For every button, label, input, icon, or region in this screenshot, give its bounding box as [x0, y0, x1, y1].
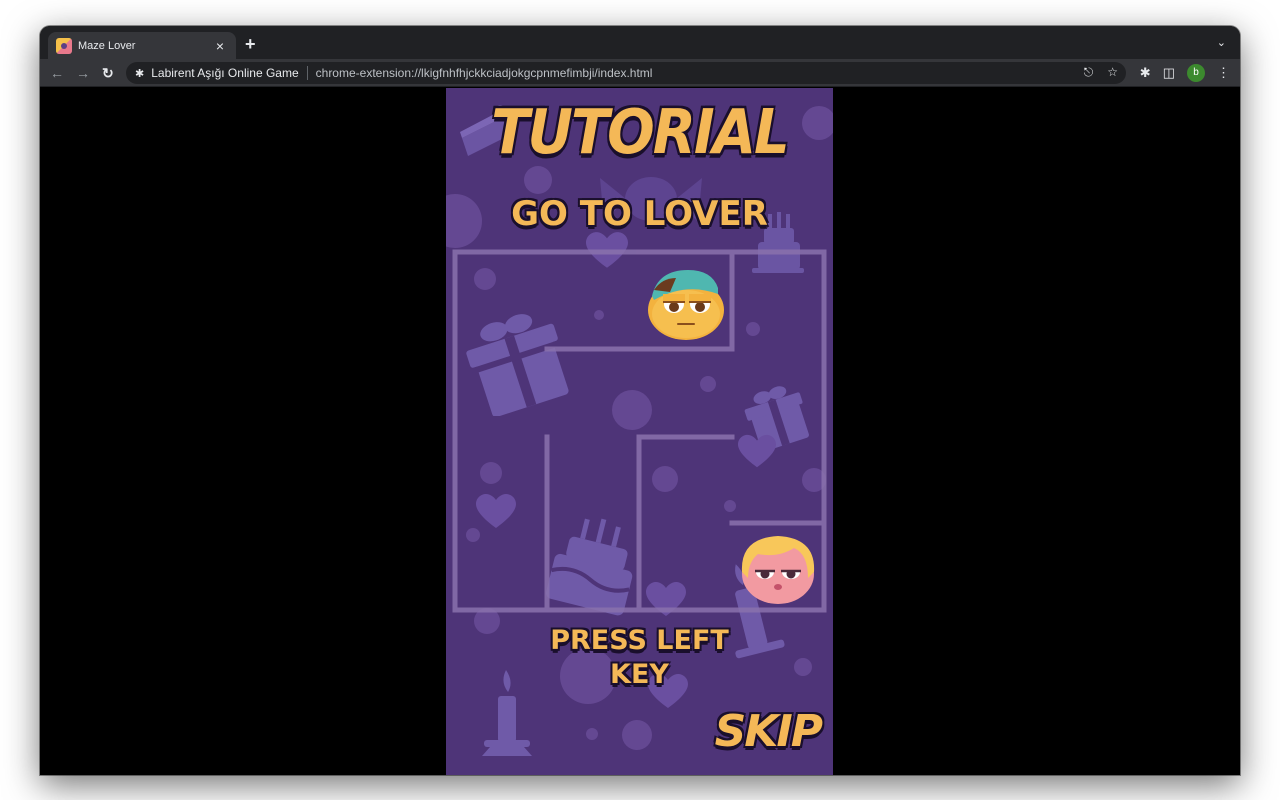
decor-bubble	[586, 728, 598, 740]
decor-bubble	[594, 310, 604, 320]
decor-bubble	[524, 166, 552, 194]
girl-character	[741, 536, 815, 604]
decor-bubble	[746, 322, 760, 336]
tutorial-title: TUTORIAL	[491, 96, 789, 169]
decor-bubble	[700, 376, 716, 392]
address-bar[interactable]: ✱ Labirent Aşığı Online Game chrome-exte…	[126, 62, 1126, 84]
heart-icon	[586, 232, 628, 268]
chevron-down-icon[interactable]: ⌄	[1217, 36, 1226, 49]
instruction-line-2: KEY	[610, 659, 669, 690]
extensions-puzzle-icon[interactable]: ✱	[1140, 65, 1151, 81]
site-name: Labirent Aşığı Online Game	[151, 66, 299, 80]
decor-bubble	[724, 500, 736, 512]
tab-strip: Maze Lover × + ⌄	[40, 26, 1240, 59]
decor-bubble	[652, 466, 678, 492]
browser-toolbar: ← → ↻ ✱ Labirent Aşığı Online Game chrom…	[40, 59, 1240, 87]
browser-window: Maze Lover × + ⌄ ← → ↻ ✱ Labirent Aşığı …	[40, 26, 1240, 775]
decor-bubble	[622, 720, 652, 750]
birthday-cake-icon	[546, 518, 633, 616]
skip-button[interactable]: SKIP	[715, 706, 823, 757]
reload-icon[interactable]: ↻	[102, 64, 114, 82]
back-arrow-icon[interactable]: ←	[50, 64, 64, 82]
share-icon[interactable]: ⎋	[1084, 65, 1094, 80]
decor-bubble	[480, 462, 502, 484]
gift-box-icon	[466, 314, 569, 416]
decor-bubble	[612, 390, 652, 430]
menu-icon[interactable]: ⋮	[1217, 65, 1230, 81]
side-panel-icon[interactable]: ◫	[1163, 65, 1175, 81]
close-tab-icon[interactable]: ×	[212, 38, 228, 54]
instruction-text: PRESS LEFT KEY	[446, 624, 833, 692]
heart-icon	[476, 494, 516, 528]
tab-title: Maze Lover	[78, 39, 136, 52]
profile-avatar[interactable]: b	[1187, 64, 1205, 82]
boy-character	[648, 270, 724, 340]
decor-bubble	[466, 528, 480, 542]
heart-icon	[646, 582, 686, 616]
instruction-line-1: PRESS LEFT	[550, 625, 729, 656]
star-icon[interactable]: ☆	[1107, 65, 1118, 80]
decor-bubble	[474, 268, 496, 290]
new-tab-button[interactable]: +	[245, 34, 256, 54]
game-favicon-icon	[56, 37, 72, 54]
decor-bubble	[802, 468, 826, 492]
heart-icon	[738, 434, 776, 468]
objective-subtitle: GO TO LOVER	[511, 194, 768, 234]
forward-arrow-icon[interactable]: →	[76, 64, 90, 82]
url-text: chrome-extension://lkigfnhfhjckkciadjokg…	[315, 66, 653, 80]
game-canvas[interactable]: TUTORIAL GO TO LOVER PRESS LEFT KEY SKIP	[446, 88, 833, 775]
tab-maze-lover[interactable]: Maze Lover ×	[48, 32, 236, 59]
divider	[306, 66, 308, 80]
puzzle-icon: ✱	[135, 67, 145, 80]
